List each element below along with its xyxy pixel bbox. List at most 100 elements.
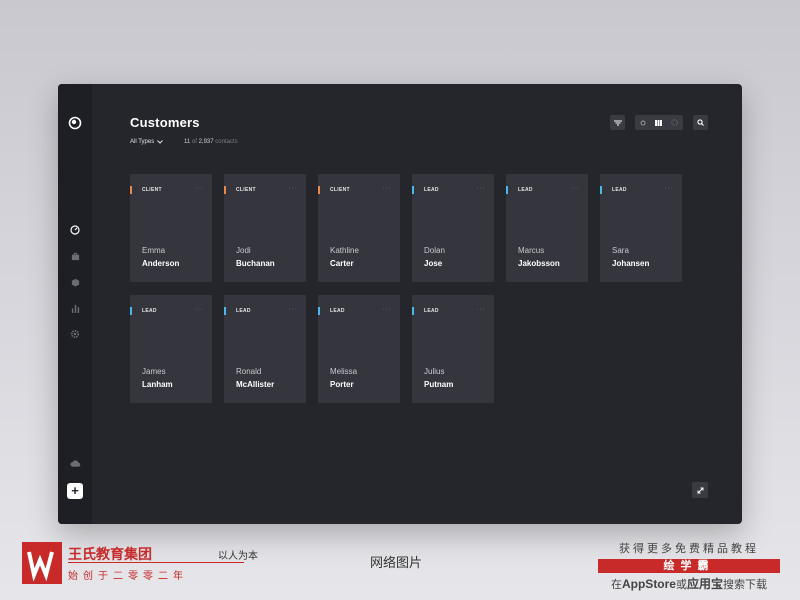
type-filter-dropdown[interactable]: All Types [130,139,164,145]
card-first-name: Ronald [236,367,262,376]
promo-line3-b: AppStore [621,577,676,591]
card-type-label: CLIENT [330,187,350,193]
expand-icon [697,487,703,493]
card-type-indicator [412,186,414,194]
circle-view-button[interactable] [667,115,682,130]
card-type-indicator [224,186,226,194]
box-icon [71,278,79,287]
card-type-label: CLIENT [142,187,162,193]
card-last-name: Carter [330,259,354,268]
customer-card[interactable]: LEAD ··· Marcus Jakobsson [506,174,588,282]
sidebar-item-reports[interactable] [68,301,82,315]
customer-card[interactable]: LEAD ··· James Lanham [130,295,212,403]
card-type-label: LEAD [142,308,157,314]
card-more-menu[interactable]: ··· [289,306,298,313]
card-first-name: Emma [142,246,166,255]
customer-card[interactable]: CLIENT ··· Jodi Buchanan [224,174,306,282]
card-last-name: Anderson [142,259,180,268]
card-last-name: Jakobsson [518,259,560,268]
card-type-label: LEAD [424,308,439,314]
card-first-name: Sara [612,246,629,255]
search-button-inner [693,115,708,130]
card-more-menu[interactable]: ··· [195,306,204,313]
sidebar-item-cloud[interactable] [68,456,82,470]
chevron-down-icon [157,140,164,144]
type-filter-label: All Types [130,139,155,145]
card-more-menu[interactable]: ··· [289,185,298,192]
card-last-name: Putnam [424,380,454,389]
card-more-menu[interactable]: ··· [383,306,392,313]
card-first-name: Kathline [330,246,359,255]
brand-sub: 始创于二零零二年 [68,571,188,582]
card-last-name: Jose [424,259,443,268]
customer-card[interactable]: CLIENT ··· Kathline Carter [318,174,400,282]
card-first-name: James [142,367,166,376]
customer-card[interactable]: LEAD ··· Melissa Porter [318,295,400,403]
card-last-name: Buchanan [236,259,275,268]
card-type-indicator [224,307,226,315]
card-more-menu[interactable]: ··· [477,306,486,313]
count-shown: 11 [184,139,191,145]
sidebar-item-dashboard[interactable] [68,223,82,237]
card-more-menu[interactable]: ··· [195,185,204,192]
bar-chart-icon [71,304,79,313]
cloud-icon [69,459,80,467]
expand-button[interactable] [692,482,708,498]
promo-line3-c: 或 [675,579,687,591]
promo-line3-e: 搜索下载 [723,579,767,591]
card-type-label: LEAD [518,187,533,193]
card-type-label: LEAD [424,187,439,193]
grid-view-button[interactable] [651,115,666,130]
card-first-name: Marcus [518,246,545,255]
card-first-name: Jodi [236,246,251,255]
customer-card[interactable]: CLIENT ··· Emma Anderson [130,174,212,282]
dot-view-button[interactable] [635,115,650,130]
contacts-count: 11 of 2,937 contacts [184,139,238,145]
dot-view-icon [640,120,645,125]
card-last-name: Porter [330,380,354,389]
count-suffix: contacts [215,139,238,145]
card-type-indicator [130,307,132,315]
customer-card[interactable]: LEAD ··· Sara Johansen [600,174,682,282]
add-button[interactable]: + [67,483,83,499]
image-caption: 网络图片 [370,555,423,570]
card-type-indicator [506,186,508,194]
card-type-label: LEAD [612,187,627,193]
card-more-menu[interactable]: ··· [383,185,392,192]
filter-button-inner [610,115,625,130]
app-window: + Customers All Types 11 of 2,937 contac… [58,84,742,524]
sidebar: + [58,84,92,524]
sidebar-item-settings[interactable] [68,327,82,341]
card-last-name: Lanham [142,380,173,389]
card-more-menu[interactable]: ··· [571,185,580,192]
promo-line3-d: 应用宝 [686,577,723,591]
brand-name: 王氏教育集团 [68,546,152,562]
promo-line3: 在AppStore或应用宝搜索下载 [598,575,780,592]
promo-line2: 绘学霸 [598,559,780,573]
card-type-label: LEAD [330,308,345,314]
card-type-indicator [130,186,132,194]
watermark-promo: 获得更多免费精品教程 绘学霸 在AppStore或应用宝搜索下载 [598,540,780,592]
card-first-name: Julius [424,367,445,376]
logo-icon[interactable] [68,116,82,130]
sidebar-item-box[interactable] [68,275,82,289]
promo-line3-a: 在 [610,579,622,591]
card-more-menu[interactable]: ··· [665,185,674,192]
card-type-indicator [318,307,320,315]
search-button[interactable] [693,115,708,130]
card-more-menu[interactable]: ··· [477,185,486,192]
card-type-indicator [600,186,602,194]
card-type-indicator [318,186,320,194]
count-total: 2,937 [198,139,214,145]
card-type-label: CLIENT [236,187,256,193]
filter-button[interactable] [610,115,625,130]
brand-logo-mark [27,551,54,582]
filter-icon [613,120,622,125]
customer-card[interactable]: LEAD ··· Ronald McAllister [224,295,306,403]
sidebar-item-briefcase[interactable] [68,249,82,263]
search-icon [697,119,704,126]
customer-card[interactable]: LEAD ··· Dolan Jose [412,174,494,282]
customer-card[interactable]: LEAD ··· Julius Putnam [412,295,494,403]
card-type-label: LEAD [236,308,251,314]
promo-line1: 获得更多免费精品教程 [619,543,759,555]
